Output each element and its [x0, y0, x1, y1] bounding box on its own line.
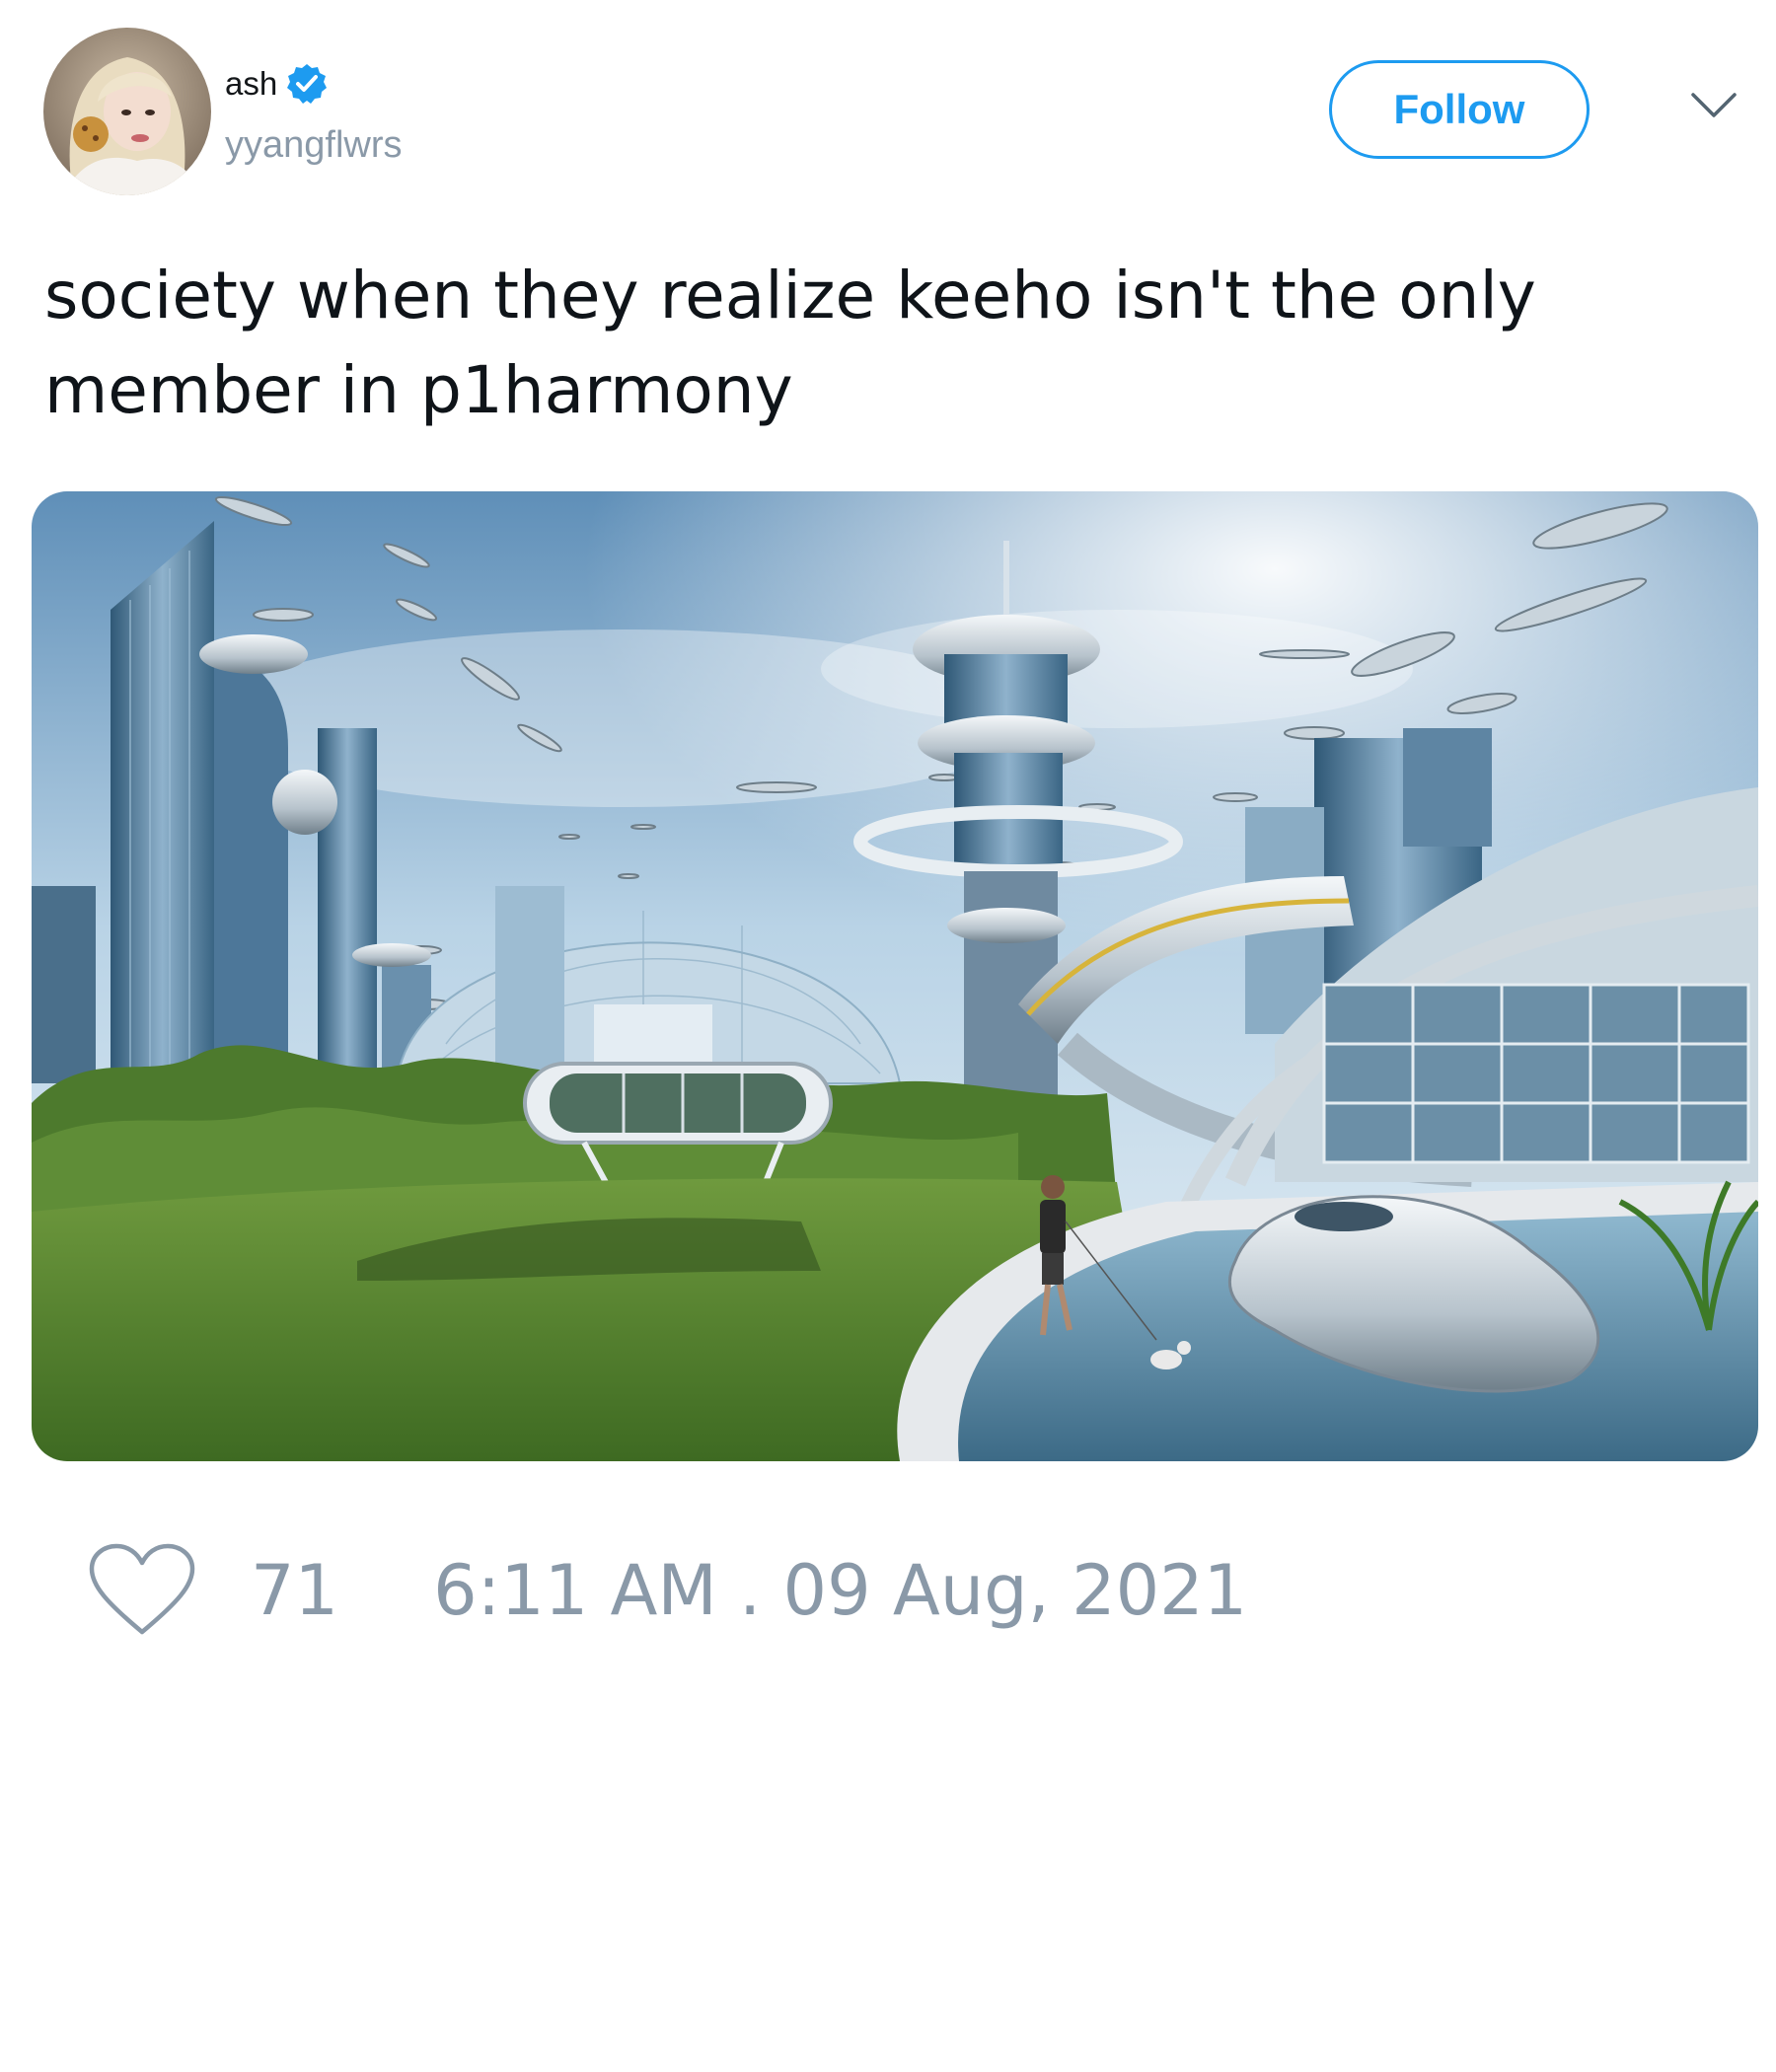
- chevron-down-icon[interactable]: [1690, 91, 1738, 120]
- display-name-row[interactable]: ash: [225, 61, 329, 107]
- avatar[interactable]: [43, 28, 211, 195]
- display-name[interactable]: ash: [225, 65, 277, 103]
- username[interactable]: yyangflwrs: [225, 124, 403, 167]
- tweet-text: society when they realize keeho isn't th…: [44, 258, 1536, 428]
- verified-badge-icon: [285, 62, 329, 106]
- follow-button[interactable]: Follow: [1329, 60, 1590, 159]
- avatar-image: [43, 28, 211, 195]
- futuristic-city-image: [32, 491, 1758, 1461]
- like-count: 71: [251, 1550, 339, 1631]
- tweet-card: ash yyangflwrs Follow society when they …: [0, 0, 1776, 2072]
- tweet-footer: 71 6:11 AM . 09 Aug, 2021: [87, 1541, 1247, 1640]
- tweet-media-image[interactable]: [32, 491, 1758, 1461]
- heart-icon[interactable]: [87, 1541, 197, 1640]
- timestamp[interactable]: 6:11 AM . 09 Aug, 2021: [433, 1550, 1247, 1631]
